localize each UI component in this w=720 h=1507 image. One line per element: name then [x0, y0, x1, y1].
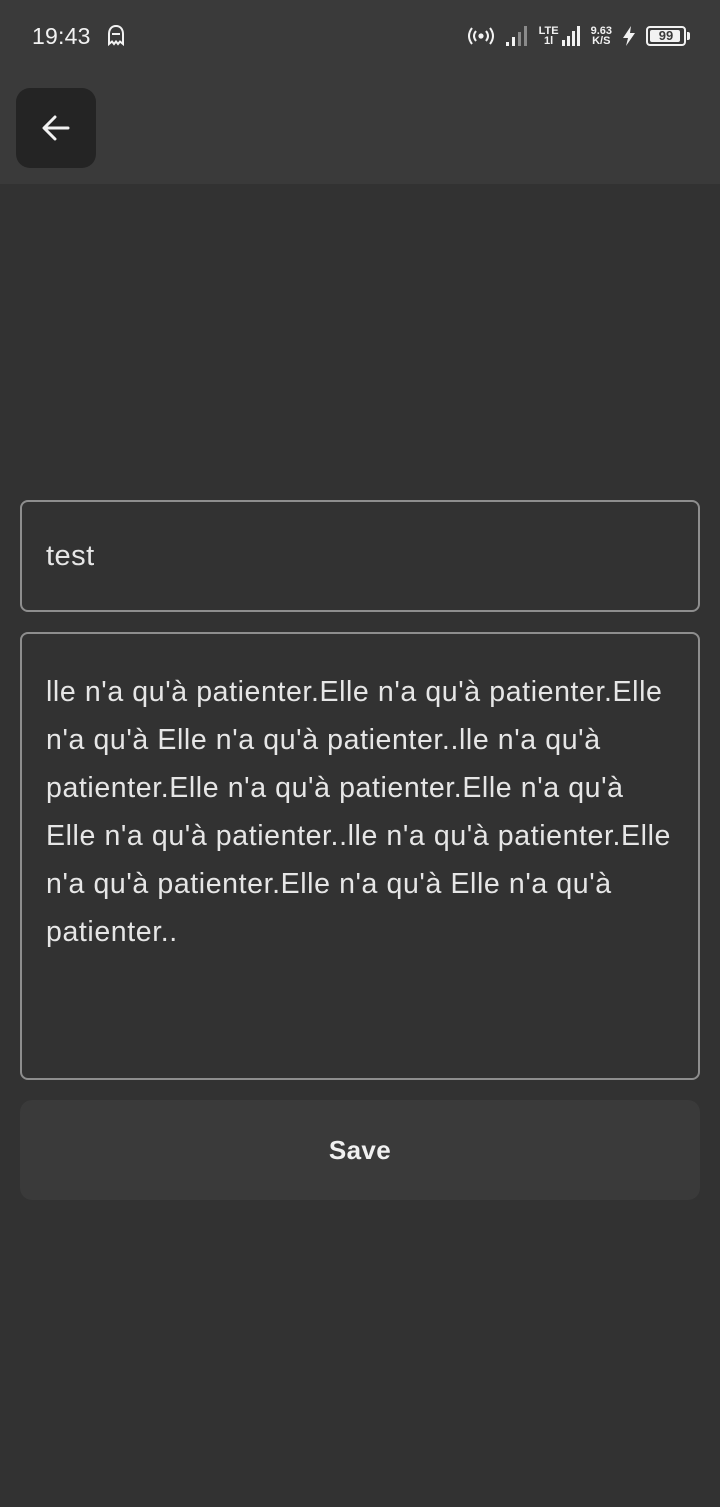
app-bar: 19:43 LTE 1l 9.63 K/S 99	[0, 0, 720, 184]
status-time: 19:43	[32, 23, 91, 49]
status-bar: 19:43 LTE 1l 9.63 K/S 99	[0, 0, 720, 72]
battery-level: 99	[658, 28, 674, 43]
battery-icon: 99	[646, 26, 686, 46]
wifi-hotspot-icon	[467, 27, 494, 45]
network-speed-unit: K/S	[592, 35, 611, 47]
network-sub-label: 1l	[544, 35, 554, 47]
network-speed: 9.63 K/S	[591, 26, 612, 47]
save-button[interactable]: Save	[20, 1100, 700, 1200]
note-editor-screen: 19:43 LTE 1l 9.63 K/S 99 test lle n'a qu…	[0, 0, 720, 1507]
ghost-icon	[108, 24, 124, 47]
status-icons: LTE 1l 9.63 K/S 99	[467, 22, 690, 50]
battery-tip	[687, 32, 690, 40]
signal-bars-icon	[505, 26, 527, 46]
body-textarea[interactable]: lle n'a qu'à patienter.Elle n'a qu'à pat…	[20, 632, 700, 1080]
network-type: LTE 1l	[539, 26, 559, 47]
back-button[interactable]	[16, 88, 96, 168]
lte-signal-bars-icon	[561, 26, 580, 46]
bolt-icon	[623, 26, 635, 46]
lte-signal: LTE 1l	[539, 25, 581, 47]
battery-indicator: 99	[646, 26, 690, 46]
arrow-left-icon	[42, 115, 70, 141]
title-input[interactable]: test	[20, 500, 700, 612]
